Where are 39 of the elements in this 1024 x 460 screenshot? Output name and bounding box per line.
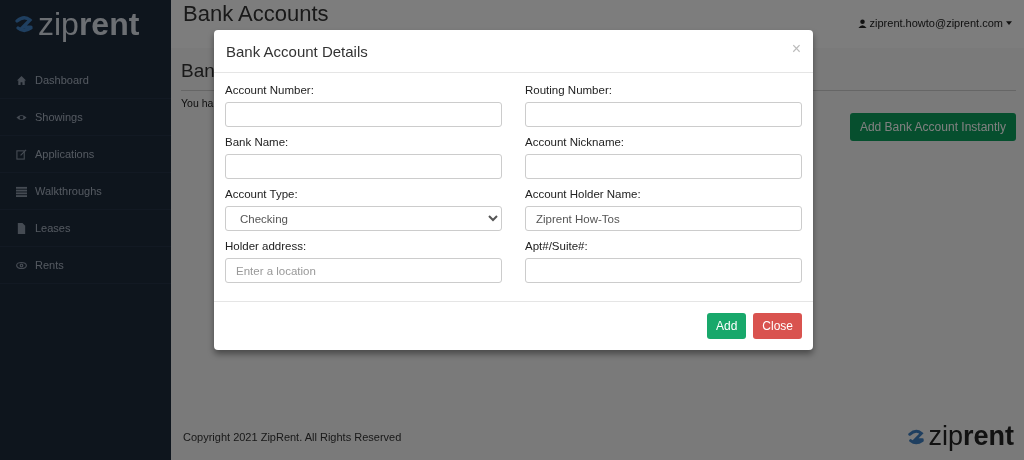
input-field[interactable]	[225, 102, 502, 127]
close-button[interactable]: Close	[753, 313, 802, 339]
input-field[interactable]	[525, 154, 802, 179]
field-label: Account Holder Name:	[525, 188, 642, 200]
field-label: Holder address:	[225, 240, 308, 252]
field-label: Apt#/Suite#:	[525, 240, 589, 252]
field-label: Account Nickname:	[525, 136, 626, 148]
input-field[interactable]	[525, 258, 802, 283]
sidebar-item[interactable]: Rents	[0, 247, 171, 284]
file-icon	[16, 222, 27, 234]
add-button[interactable]: Add	[706, 313, 747, 339]
field-label: Account Type:	[225, 188, 299, 200]
add-account-button[interactable]: Add Bank Account Instantly	[849, 113, 1016, 141]
user-icon	[857, 18, 867, 28]
input-field[interactable]: Enter a location	[225, 258, 502, 283]
input-field[interactable]	[225, 154, 502, 179]
logo-icon	[14, 14, 34, 34]
sidebar-item[interactable]: Dashboard	[0, 62, 171, 99]
close-button[interactable]: ×	[791, 40, 801, 62]
logo-text: ziprent	[38, 5, 140, 43]
caret-icon	[1006, 21, 1012, 25]
logo-text: ziprent	[928, 421, 1014, 452]
info-text: You ha	[181, 97, 214, 109]
field-label: Bank Name:	[225, 136, 290, 148]
copyright-text: Copyright 2021 ZipRent. All Rights Reserved	[183, 430, 402, 443]
user-menu[interactable]: ziprent.howto@ziprent.com	[857, 17, 1012, 29]
edit-icon	[16, 148, 27, 160]
home-icon	[16, 74, 27, 86]
sidebar-item[interactable]: Applications	[0, 136, 171, 173]
logo-icon	[907, 427, 926, 446]
select-field[interactable]: Checking	[225, 206, 502, 231]
list-icon	[16, 185, 27, 197]
sidebar-item[interactable]: Showings	[0, 99, 171, 136]
input-field[interactable]	[525, 102, 802, 127]
page-title: Bank Accounts	[183, 0, 329, 27]
input-field[interactable]: Ziprent How-Tos	[525, 206, 802, 231]
sidebar-item[interactable]: Leases	[0, 210, 171, 247]
modal-title: Bank Account Details	[226, 42, 368, 60]
sidebar-item[interactable]: Walkthroughs	[0, 173, 171, 210]
